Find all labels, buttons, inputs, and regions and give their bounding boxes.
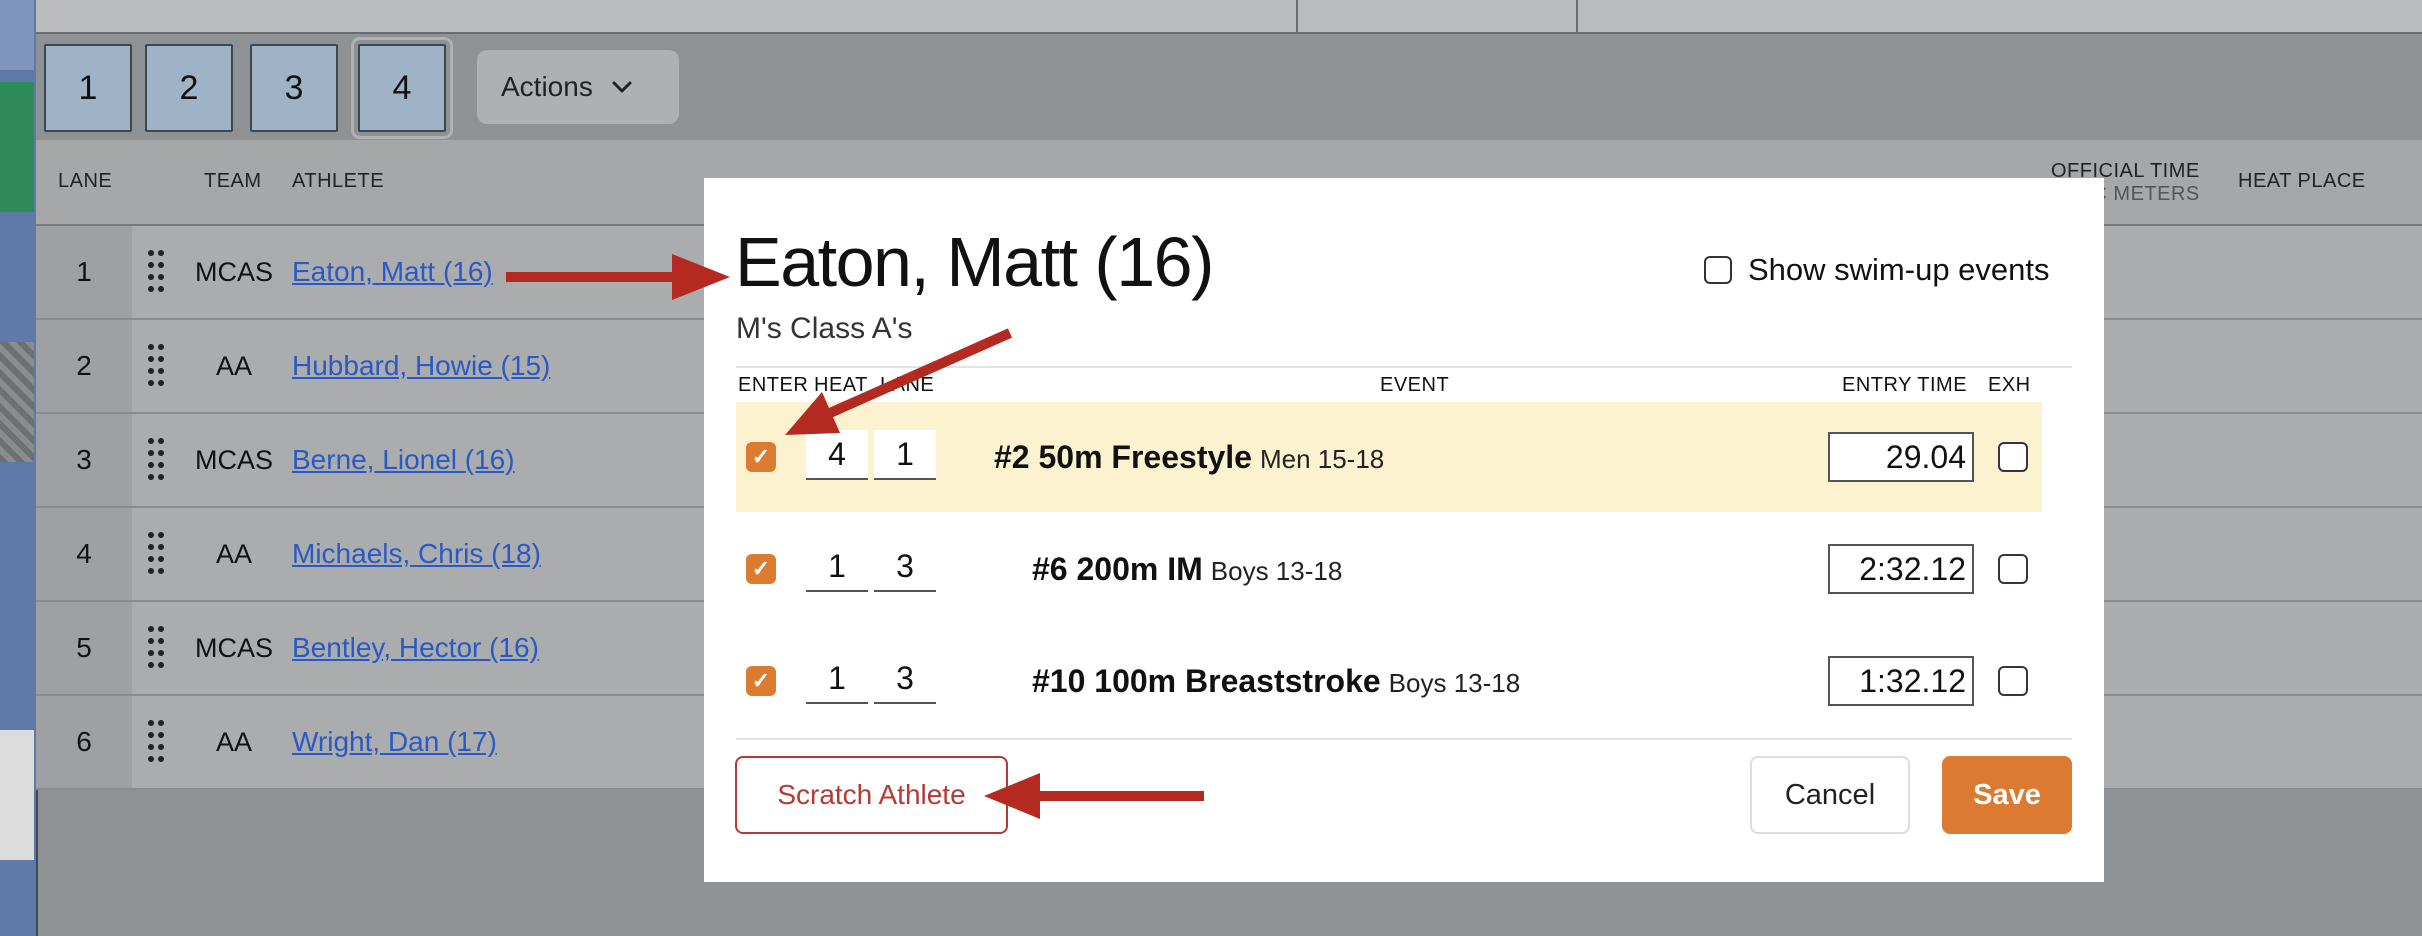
- heat-tab-3[interactable]: 3: [250, 44, 338, 132]
- athlete-link[interactable]: Michaels, Chris (18): [292, 508, 541, 600]
- lane-number: 1: [36, 226, 132, 318]
- event-name: #2 50m Freestyle Men 15-18: [994, 402, 1384, 512]
- lane-number: 6: [36, 696, 132, 788]
- lane-number: 2: [36, 320, 132, 412]
- header-exh: EXH: [1988, 374, 2031, 396]
- left-side-panel: [0, 0, 38, 936]
- athlete-link[interactable]: Hubbard, Howie (15): [292, 320, 550, 412]
- enter-checkbox[interactable]: ✓: [746, 666, 776, 696]
- event-title: #10 100m Breaststroke: [1032, 663, 1381, 699]
- heat-tab-1[interactable]: 1: [44, 44, 132, 132]
- entry-time-input[interactable]: 1:32.12: [1828, 656, 1974, 706]
- heat-input[interactable]: 1: [806, 542, 868, 592]
- save-button[interactable]: Save: [1942, 756, 2072, 834]
- swimup-checkbox[interactable]: [1704, 256, 1732, 284]
- column-header-lane: LANE: [58, 170, 113, 192]
- divider: [736, 738, 2072, 740]
- drag-handle-icon[interactable]: [148, 626, 166, 670]
- team-code: MCAS: [194, 256, 273, 287]
- event-group: Men 15-18: [1259, 444, 1385, 474]
- top-bar: [36, 0, 2422, 34]
- event-title: #6 200m IM: [1032, 551, 1203, 587]
- actions-label: Actions: [501, 71, 593, 102]
- athlete-link[interactable]: Eaton, Matt (16): [292, 226, 493, 318]
- drag-handle-icon[interactable]: [148, 250, 166, 294]
- lane-number: 3: [36, 414, 132, 506]
- cancel-button[interactable]: Cancel: [1750, 756, 1910, 834]
- show-swimup-toggle[interactable]: Show swim-up events: [1704, 252, 2050, 288]
- exhibition-checkbox[interactable]: [1998, 666, 2028, 696]
- lane-input[interactable]: 1: [874, 430, 936, 480]
- drag-handle-icon[interactable]: [148, 344, 166, 388]
- check-icon: ✓: [751, 556, 771, 581]
- swimup-label: Show swim-up events: [1748, 252, 2050, 287]
- heat-input[interactable]: 1: [806, 654, 868, 704]
- team-code: AA: [215, 726, 253, 757]
- heat-tab-4[interactable]: 4: [351, 37, 453, 139]
- team-code: MCAS: [194, 632, 273, 663]
- header-heat: HEAT: [814, 374, 868, 396]
- entry-time-input[interactable]: 2:32.12: [1828, 544, 1974, 594]
- modal-subtitle: M's Class A's: [736, 312, 913, 345]
- actions-dropdown-button[interactable]: Actions: [477, 50, 679, 124]
- chevron-down-icon: [612, 81, 632, 93]
- heat-input[interactable]: 4: [806, 430, 868, 480]
- column-header-heat-place: HEAT PLACE: [2238, 170, 2366, 192]
- enter-checkbox[interactable]: ✓: [746, 442, 776, 472]
- heat-tab-2[interactable]: 2: [145, 44, 233, 132]
- event-title: #2 50m Freestyle: [994, 439, 1252, 475]
- entry-time-input[interactable]: 29.04: [1828, 432, 1974, 482]
- lane-number: 5: [36, 602, 132, 694]
- athlete-link[interactable]: Berne, Lionel (16): [292, 414, 515, 506]
- athlete-entries-modal: Eaton, Matt (16) M's Class A's Show swim…: [704, 178, 2104, 882]
- event-row: ✓ 4 1 #2 50m Freestyle Men 15-18 29.04: [736, 402, 2042, 512]
- enter-checkbox[interactable]: ✓: [746, 554, 776, 584]
- check-icon: ✓: [751, 668, 771, 693]
- divider: [736, 366, 2072, 368]
- header-event: EVENT: [1380, 374, 1450, 396]
- drag-handle-icon[interactable]: [148, 438, 166, 482]
- exhibition-checkbox[interactable]: [1998, 442, 2028, 472]
- event-row: ✓ 1 3 #6 200m IM Boys 13-18 2:32.12: [736, 514, 2042, 624]
- drag-handle-icon[interactable]: [148, 720, 166, 764]
- exhibition-checkbox[interactable]: [1998, 554, 2028, 584]
- event-group: Boys 13-18: [1388, 668, 1521, 698]
- column-header-athlete: ATHLETE: [292, 170, 385, 192]
- header-enter: ENTER: [738, 374, 809, 396]
- header-entry-time: ENTRY TIME: [1842, 374, 1968, 396]
- event-name: #6 200m IM Boys 13-18: [1032, 514, 1342, 624]
- scratch-athlete-button[interactable]: Scratch Athlete: [735, 756, 1008, 834]
- event-row: ✓ 1 3 #10 100m Breaststroke Boys 13-18 1:32.1…: [736, 626, 2042, 736]
- event-name: #10 100m Breaststroke Boys 13-18: [1032, 626, 1520, 736]
- event-group: Boys 13-18: [1210, 556, 1343, 586]
- check-icon: ✓: [751, 444, 771, 469]
- modal-title: Eaton, Matt (16): [735, 223, 1214, 301]
- lane-input[interactable]: 3: [874, 542, 936, 592]
- team-code: MCAS: [194, 444, 273, 475]
- drag-handle-icon[interactable]: [148, 532, 166, 576]
- team-code: AA: [215, 350, 253, 381]
- header-lane: LANE: [880, 374, 935, 396]
- lane-number: 4: [36, 508, 132, 600]
- athlete-link[interactable]: Wright, Dan (17): [292, 696, 497, 788]
- lane-input[interactable]: 3: [874, 654, 936, 704]
- team-code: AA: [215, 538, 253, 569]
- column-header-team: TEAM: [204, 170, 262, 192]
- athlete-link[interactable]: Bentley, Hector (16): [292, 602, 539, 694]
